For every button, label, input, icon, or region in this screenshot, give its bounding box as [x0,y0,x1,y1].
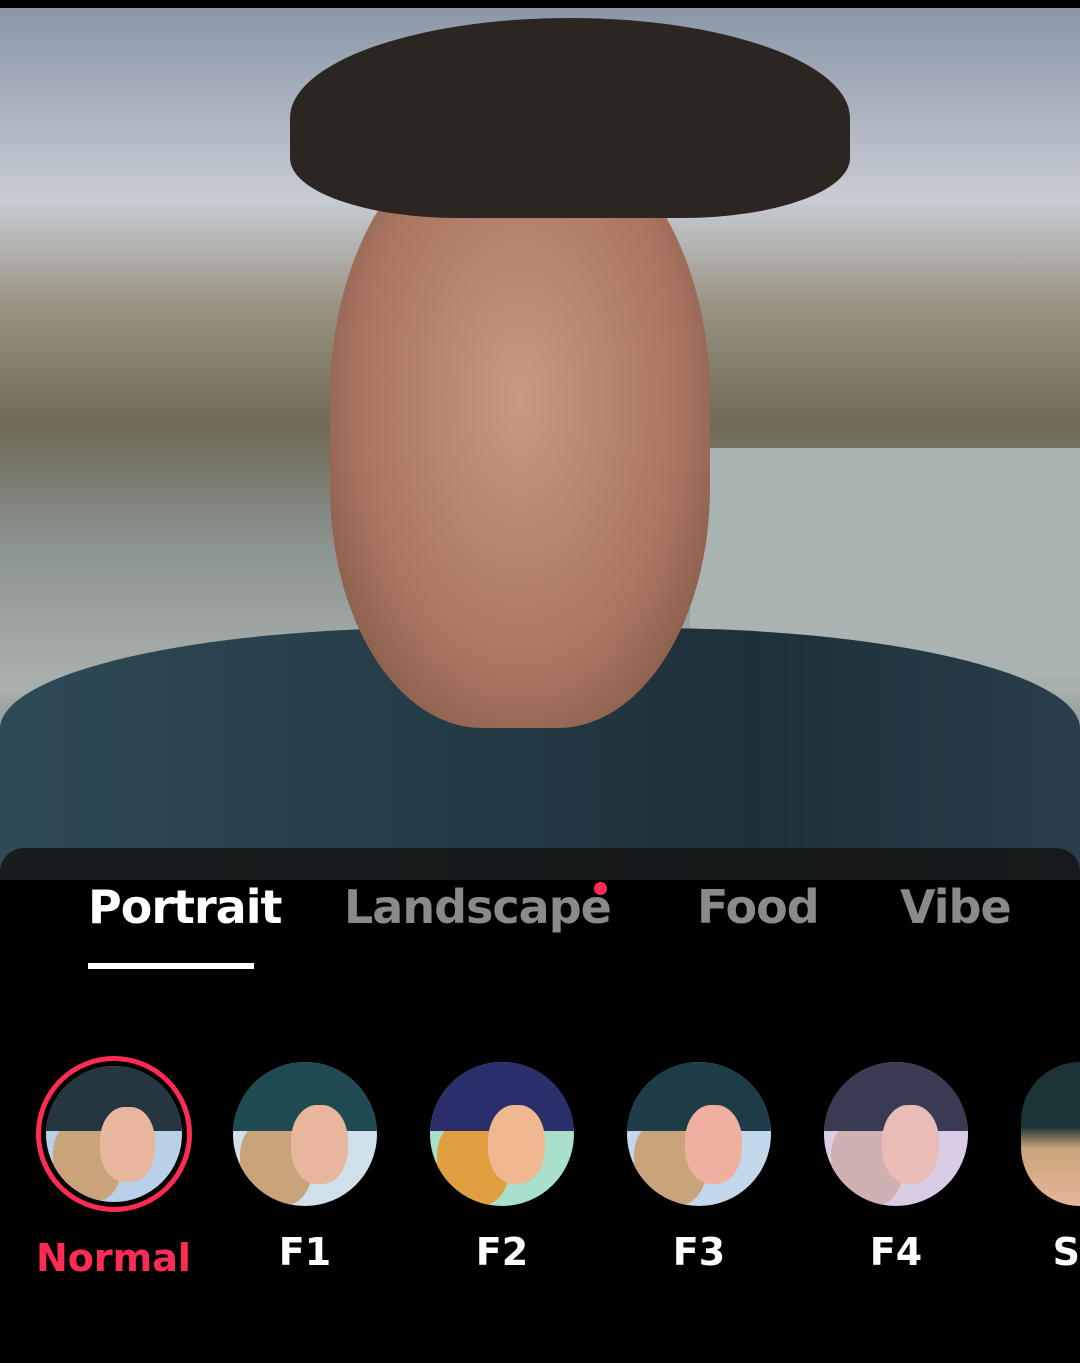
filter-f2[interactable]: F2 [430,1062,574,1274]
filter-normal[interactable]: Normal [36,1056,192,1280]
filter-label: F3 [672,1230,726,1274]
tab-vibe[interactable]: Vibe [900,880,1012,934]
filter-thumbnail[interactable] [233,1062,377,1206]
person-hair [290,18,850,218]
active-tab-indicator [88,963,254,969]
status-bar [0,0,1080,8]
filter-label: F4 [869,1230,923,1274]
filter-label: F2 [475,1230,529,1274]
filter-thumbnail[interactable] [824,1062,968,1206]
filter-panel-header [0,848,1080,880]
new-indicator-dot [594,882,607,895]
filter-thumbnail[interactable] [627,1062,771,1206]
tab-landscape[interactable]: Landscape [344,880,612,934]
filter-label: S [1052,1230,1080,1274]
tab-food[interactable]: Food [697,880,820,934]
filter-f1[interactable]: F1 [233,1062,377,1274]
camera-preview [0,8,1080,880]
filter-thumbnail[interactable] [430,1062,574,1206]
filter-partial[interactable]: S [1021,1062,1080,1274]
filter-label: Normal [36,1236,191,1280]
filter-label: F1 [278,1230,332,1274]
person-face [330,128,710,728]
filter-thumbnail-selected[interactable] [36,1056,192,1212]
filter-thumbnail[interactable] [1021,1062,1080,1206]
tab-portrait[interactable]: Portrait [88,880,282,934]
filter-f3[interactable]: F3 [627,1062,771,1274]
filter-f4[interactable]: F4 [824,1062,968,1274]
